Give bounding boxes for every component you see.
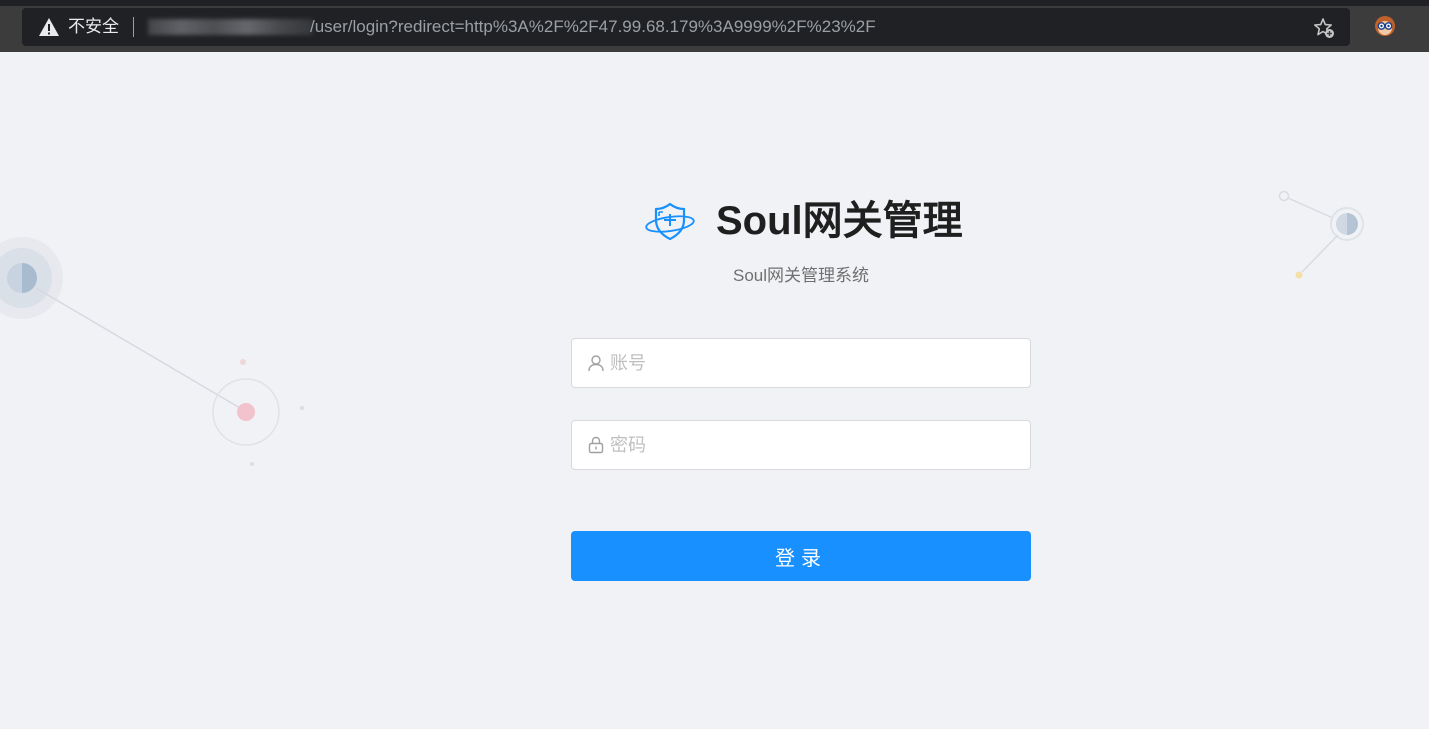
background-decoration [0, 190, 1364, 466]
address-divider [133, 17, 134, 37]
avatar-icon[interactable] [1374, 15, 1396, 37]
lock-icon [588, 436, 604, 454]
warning-triangle-icon[interactable] [38, 17, 60, 37]
security-status-label[interactable]: 不安全 [68, 17, 119, 37]
username-field[interactable] [571, 338, 1031, 388]
url-host-redacted [148, 19, 313, 35]
login-page: Soul网关管理 Soul网关管理系统 登录 [0, 52, 1429, 729]
password-field[interactable] [571, 420, 1031, 470]
browser-toolbar: 不安全 /user/login?redirect=http%3A%2F%2F47… [0, 0, 1429, 52]
page-title: Soul网关管理 [716, 199, 963, 243]
username-input[interactable] [610, 339, 1020, 387]
user-icon [588, 355, 604, 372]
address-bar[interactable]: 不安全 /user/login?redirect=http%3A%2F%2F47… [22, 8, 1350, 46]
star-add-icon[interactable] [1312, 16, 1336, 40]
tab-strip [0, 0, 1429, 6]
page-subtitle: Soul网关管理系统 [732, 266, 870, 285]
url-text[interactable]: /user/login?redirect=http%3A%2F%2F47.99.… [310, 17, 876, 37]
shield-logo-icon [645, 202, 695, 241]
login-button[interactable]: 登录 [571, 531, 1031, 581]
brand: Soul网关管理 [644, 195, 963, 247]
password-input[interactable] [610, 421, 1020, 469]
